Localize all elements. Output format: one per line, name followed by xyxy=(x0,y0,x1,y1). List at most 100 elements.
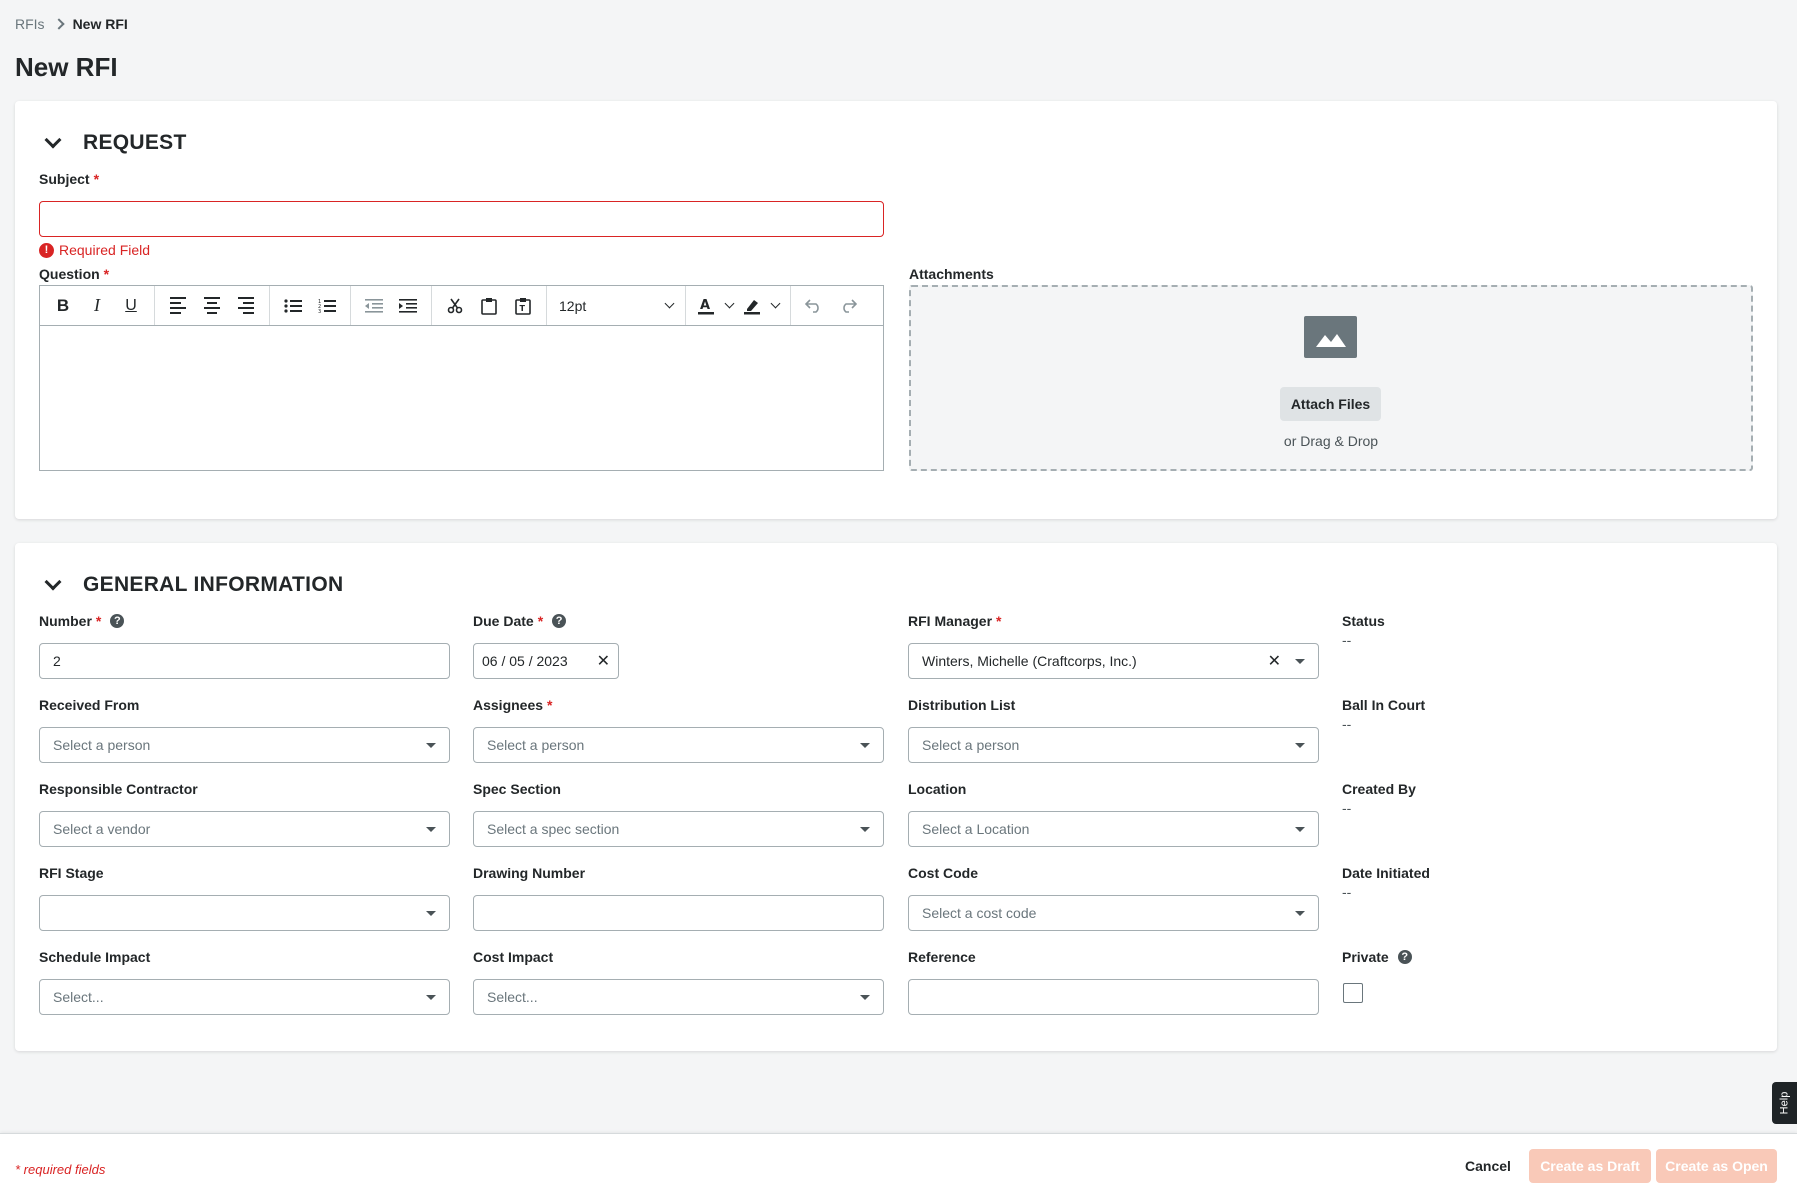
align-center-icon xyxy=(204,297,220,314)
location-label: Location xyxy=(908,781,967,797)
general-section-title: GENERAL INFORMATION xyxy=(83,573,344,596)
status-label: Status xyxy=(1342,613,1385,629)
ball-in-court-value: -- xyxy=(1342,716,1352,732)
assignees-select[interactable]: Select a person xyxy=(473,727,884,763)
cancel-button[interactable]: Cancel xyxy=(1455,1149,1521,1183)
breadcrumb-parent-link[interactable]: RFIs xyxy=(15,16,45,32)
location-select[interactable]: Select a Location xyxy=(908,811,1319,847)
private-checkbox[interactable] xyxy=(1343,983,1363,1003)
text-color-button[interactable]: A xyxy=(692,290,720,322)
caret-down-icon xyxy=(860,742,870,748)
indent-button[interactable] xyxy=(391,290,425,322)
distribution-list-select[interactable]: Select a person xyxy=(908,727,1319,763)
caret-down-icon xyxy=(426,994,436,1000)
help-icon[interactable]: ? xyxy=(1397,950,1412,964)
redo-button[interactable] xyxy=(831,290,865,322)
scissors-icon xyxy=(447,298,463,313)
text-color-dropdown[interactable] xyxy=(720,290,738,322)
rfi-manager-label: RFI Manager * xyxy=(908,613,1001,629)
align-right-button[interactable] xyxy=(229,290,263,322)
question-text-area[interactable] xyxy=(40,326,883,470)
cut-button[interactable] xyxy=(438,290,472,322)
rfi-stage-label: RFI Stage xyxy=(39,865,104,881)
align-right-icon xyxy=(238,297,254,314)
required-marker: * xyxy=(103,266,110,282)
caret-down-icon xyxy=(426,826,436,832)
create-as-open-button[interactable]: Create as Open xyxy=(1656,1149,1777,1183)
copy-button[interactable] xyxy=(472,290,506,322)
outdent-icon xyxy=(365,298,383,313)
request-section-toggle[interactable]: REQUEST xyxy=(44,131,187,155)
rfi-manager-label-text: RFI Manager xyxy=(908,613,993,629)
svg-text:T: T xyxy=(520,304,526,313)
chevron-down-icon xyxy=(44,131,62,149)
assignees-label-text: Assignees xyxy=(473,697,544,713)
svg-text:A: A xyxy=(700,298,710,313)
due-date-input[interactable]: 06 / 05 / 2023 ✕ xyxy=(473,643,619,679)
rfi-manager-select[interactable]: Winters, Michelle (Craftcorps, Inc.) ✕ xyxy=(908,643,1319,679)
clear-icon[interactable]: ✕ xyxy=(1268,651,1281,671)
spec-section-label: Spec Section xyxy=(473,781,561,797)
editor-toolbar: B I U 123 T 12pt A xyxy=(40,286,883,326)
outdent-button[interactable] xyxy=(357,290,391,322)
help-icon[interactable]: ? xyxy=(552,614,567,628)
align-left-button[interactable] xyxy=(161,290,195,322)
rfi-stage-select[interactable] xyxy=(39,895,450,931)
attachments-dropzone[interactable]: Attach Files or Drag & Drop xyxy=(909,285,1753,471)
subject-input[interactable] xyxy=(39,201,884,237)
schedule-impact-placeholder: Select... xyxy=(53,989,104,1005)
responsible-contractor-select[interactable]: Select a vendor xyxy=(39,811,450,847)
status-value: -- xyxy=(1342,632,1352,648)
cost-code-select[interactable]: Select a cost code xyxy=(908,895,1319,931)
bullet-list-button[interactable] xyxy=(276,290,310,322)
caret-down-icon xyxy=(426,910,436,916)
required-marker: * xyxy=(95,613,102,629)
underline-button[interactable]: U xyxy=(114,290,148,322)
align-center-button[interactable] xyxy=(195,290,229,322)
caret-down-icon xyxy=(1295,742,1305,748)
form-footer: * required fields Cancel Create as Draft… xyxy=(0,1133,1797,1193)
attach-files-button[interactable]: Attach Files xyxy=(1280,387,1381,421)
subject-label-text: Subject xyxy=(39,171,90,187)
create-as-draft-button[interactable]: Create as Draft xyxy=(1529,1149,1651,1183)
breadcrumb-current: New RFI xyxy=(72,16,128,32)
clipboard-icon xyxy=(481,297,497,315)
highlight-color-button[interactable] xyxy=(738,290,766,322)
image-icon xyxy=(1304,316,1357,358)
help-icon[interactable]: ? xyxy=(110,614,125,628)
drawing-number-input[interactable] xyxy=(473,895,884,931)
paste-button[interactable]: T xyxy=(506,290,540,322)
required-marker: * xyxy=(93,171,100,187)
clear-icon[interactable]: ✕ xyxy=(597,651,610,671)
chevron-down-icon xyxy=(770,298,780,309)
number-input[interactable]: 2 xyxy=(39,643,450,679)
question-label: Question * xyxy=(39,266,109,282)
italic-button[interactable]: I xyxy=(80,290,114,322)
spec-section-select[interactable]: Select a spec section xyxy=(473,811,884,847)
question-editor: B I U 123 T 12pt A xyxy=(39,285,884,471)
chevron-down-icon xyxy=(44,573,62,591)
numbered-list-button[interactable]: 123 xyxy=(310,290,344,322)
date-initiated-label: Date Initiated xyxy=(1342,865,1430,881)
required-marker: * xyxy=(996,613,1002,629)
highlight-color-dropdown[interactable] xyxy=(766,290,784,322)
undo-button[interactable] xyxy=(797,290,831,322)
subject-error: ! Required Field xyxy=(39,242,150,258)
cost-impact-select[interactable]: Select... xyxy=(473,979,884,1015)
reference-input[interactable] xyxy=(908,979,1319,1015)
caret-down-icon xyxy=(1295,826,1305,832)
help-tab-label: Help xyxy=(1778,1091,1791,1115)
general-section-toggle[interactable]: GENERAL INFORMATION xyxy=(44,573,344,597)
undo-icon xyxy=(805,298,819,313)
schedule-impact-select[interactable]: Select... xyxy=(39,979,450,1015)
ball-in-court-label: Ball In Court xyxy=(1342,697,1426,713)
number-label: Number * ? xyxy=(39,613,125,629)
font-size-value: 12pt xyxy=(559,297,587,314)
font-size-select[interactable]: 12pt xyxy=(547,298,685,314)
bold-button[interactable]: B xyxy=(46,290,80,322)
chevron-down-icon xyxy=(664,298,675,309)
received-from-select[interactable]: Select a person xyxy=(39,727,450,763)
error-icon: ! xyxy=(39,242,54,258)
attachments-label: Attachments xyxy=(909,266,994,282)
help-tab[interactable]: Help xyxy=(1772,1082,1797,1124)
